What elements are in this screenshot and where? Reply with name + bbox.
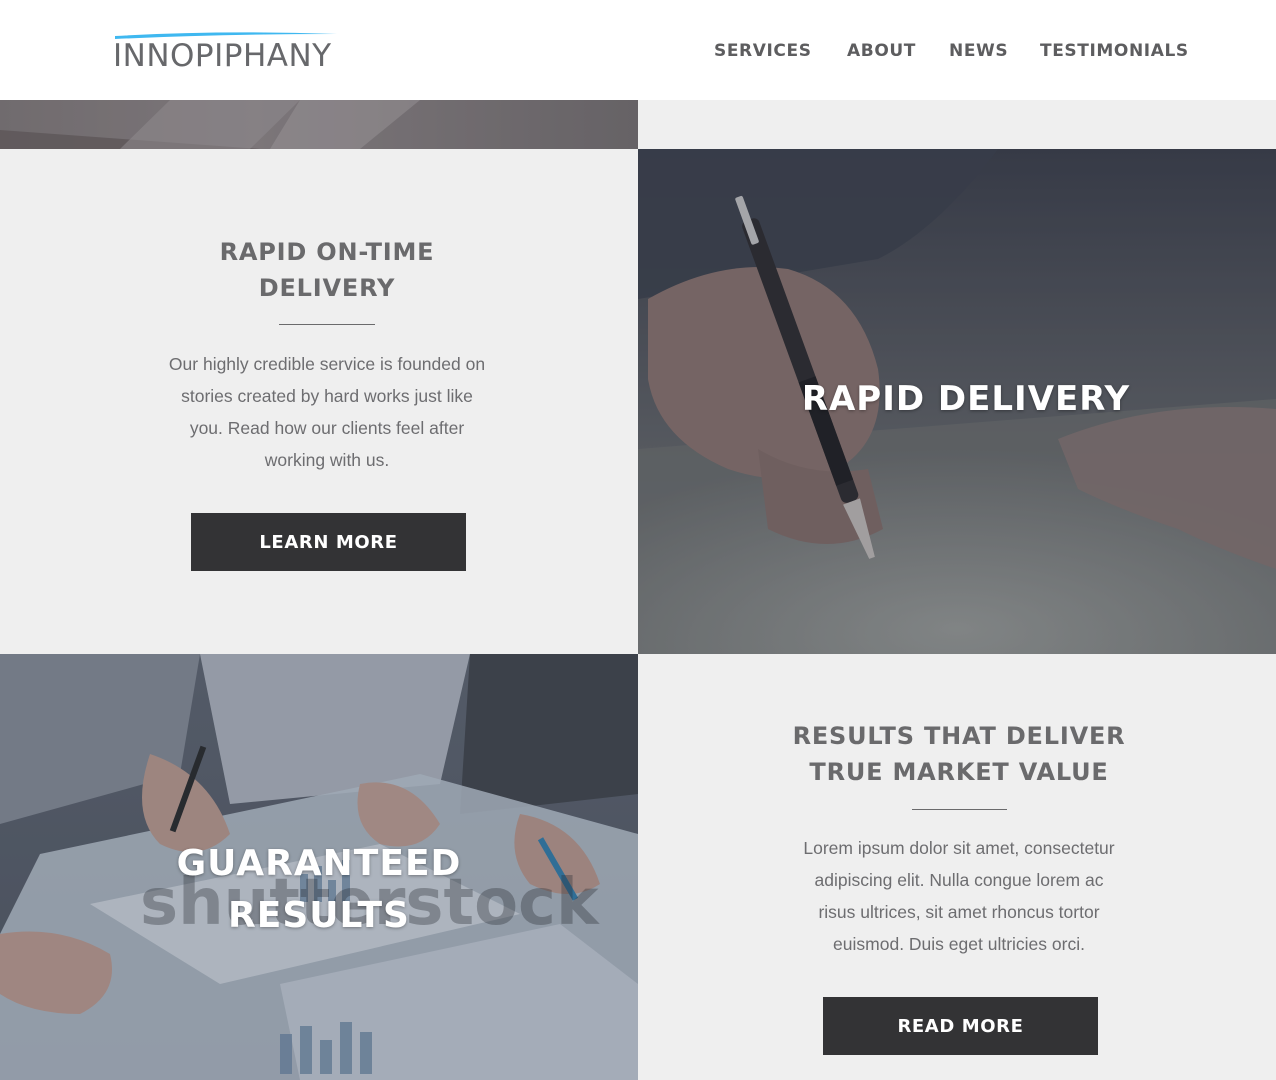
brand-logo[interactable]: INNOPIPHANY bbox=[113, 30, 339, 74]
card-body: Our highly credible service is founded o… bbox=[0, 348, 654, 476]
card-body-line: you. Read how our clients feel after bbox=[189, 418, 465, 438]
card-title: RAPID ON-TIME DELIVERY bbox=[0, 234, 654, 306]
read-more-button[interactable]: READ MORE bbox=[823, 997, 1098, 1055]
card-body-line: Our highly credible service is founded o… bbox=[168, 354, 486, 374]
card-body: Lorem ipsum dolor sit amet, consectetur … bbox=[638, 832, 1276, 960]
tile-title: RAPID DELIVERY bbox=[801, 379, 1131, 419]
card-body-line: working with us. bbox=[264, 450, 390, 470]
card-rapid-delivery: RAPID ON-TIME DELIVERY Our highly credib… bbox=[0, 149, 638, 654]
rapid-delivery-tile[interactable]: RAPID DELIVERY bbox=[638, 149, 1276, 654]
nav-testimonials[interactable]: TESTIMONIALS bbox=[1040, 38, 1189, 64]
card-title-line: TRUE MARKET VALUE bbox=[809, 758, 1109, 786]
site-header: INNOPIPHANY SERVICES ABOUT NEWS TESTIMON… bbox=[0, 0, 1276, 100]
top-strip-panel bbox=[638, 100, 1276, 149]
card-results: RESULTS THAT DELIVER TRUE MARKET VALUE L… bbox=[638, 654, 1276, 1080]
card-title-line: DELIVERY bbox=[258, 274, 396, 302]
card-body-line: euismod. Duis eget ultricies orci. bbox=[833, 934, 1085, 954]
tile-title: GUARANTEED RESULTS bbox=[0, 838, 638, 942]
nav-about[interactable]: ABOUT bbox=[847, 38, 916, 64]
card-divider bbox=[912, 809, 1007, 810]
nav-news[interactable]: NEWS bbox=[949, 38, 1008, 64]
card-body-line: adipiscing elit. Nulla congue lorem ac bbox=[814, 870, 1104, 890]
card-title-line: RAPID ON-TIME bbox=[219, 238, 435, 266]
nav-services[interactable]: SERVICES bbox=[714, 38, 812, 64]
tile-title-line: GUARANTEED bbox=[176, 843, 462, 884]
tile-title-line: RESULTS bbox=[228, 895, 410, 936]
top-strip-photo bbox=[0, 100, 638, 149]
card-title: RESULTS THAT DELIVER TRUE MARKET VALUE bbox=[638, 718, 1276, 790]
learn-more-button[interactable]: LEARN MORE bbox=[191, 513, 466, 571]
card-body-line: risus ultrices, sit amet rhoncus tortor bbox=[818, 902, 1100, 922]
card-divider bbox=[279, 324, 375, 325]
guaranteed-results-tile[interactable]: shutterstock GUARANTEED RESULTS bbox=[0, 654, 638, 1080]
logo-text: INNOPIPHANY bbox=[113, 38, 332, 74]
card-body-line: Lorem ipsum dolor sit amet, consectetur bbox=[803, 838, 1115, 858]
card-body-line: stories created by hard works just like bbox=[181, 386, 473, 406]
card-title-line: RESULTS THAT DELIVER bbox=[792, 722, 1126, 750]
